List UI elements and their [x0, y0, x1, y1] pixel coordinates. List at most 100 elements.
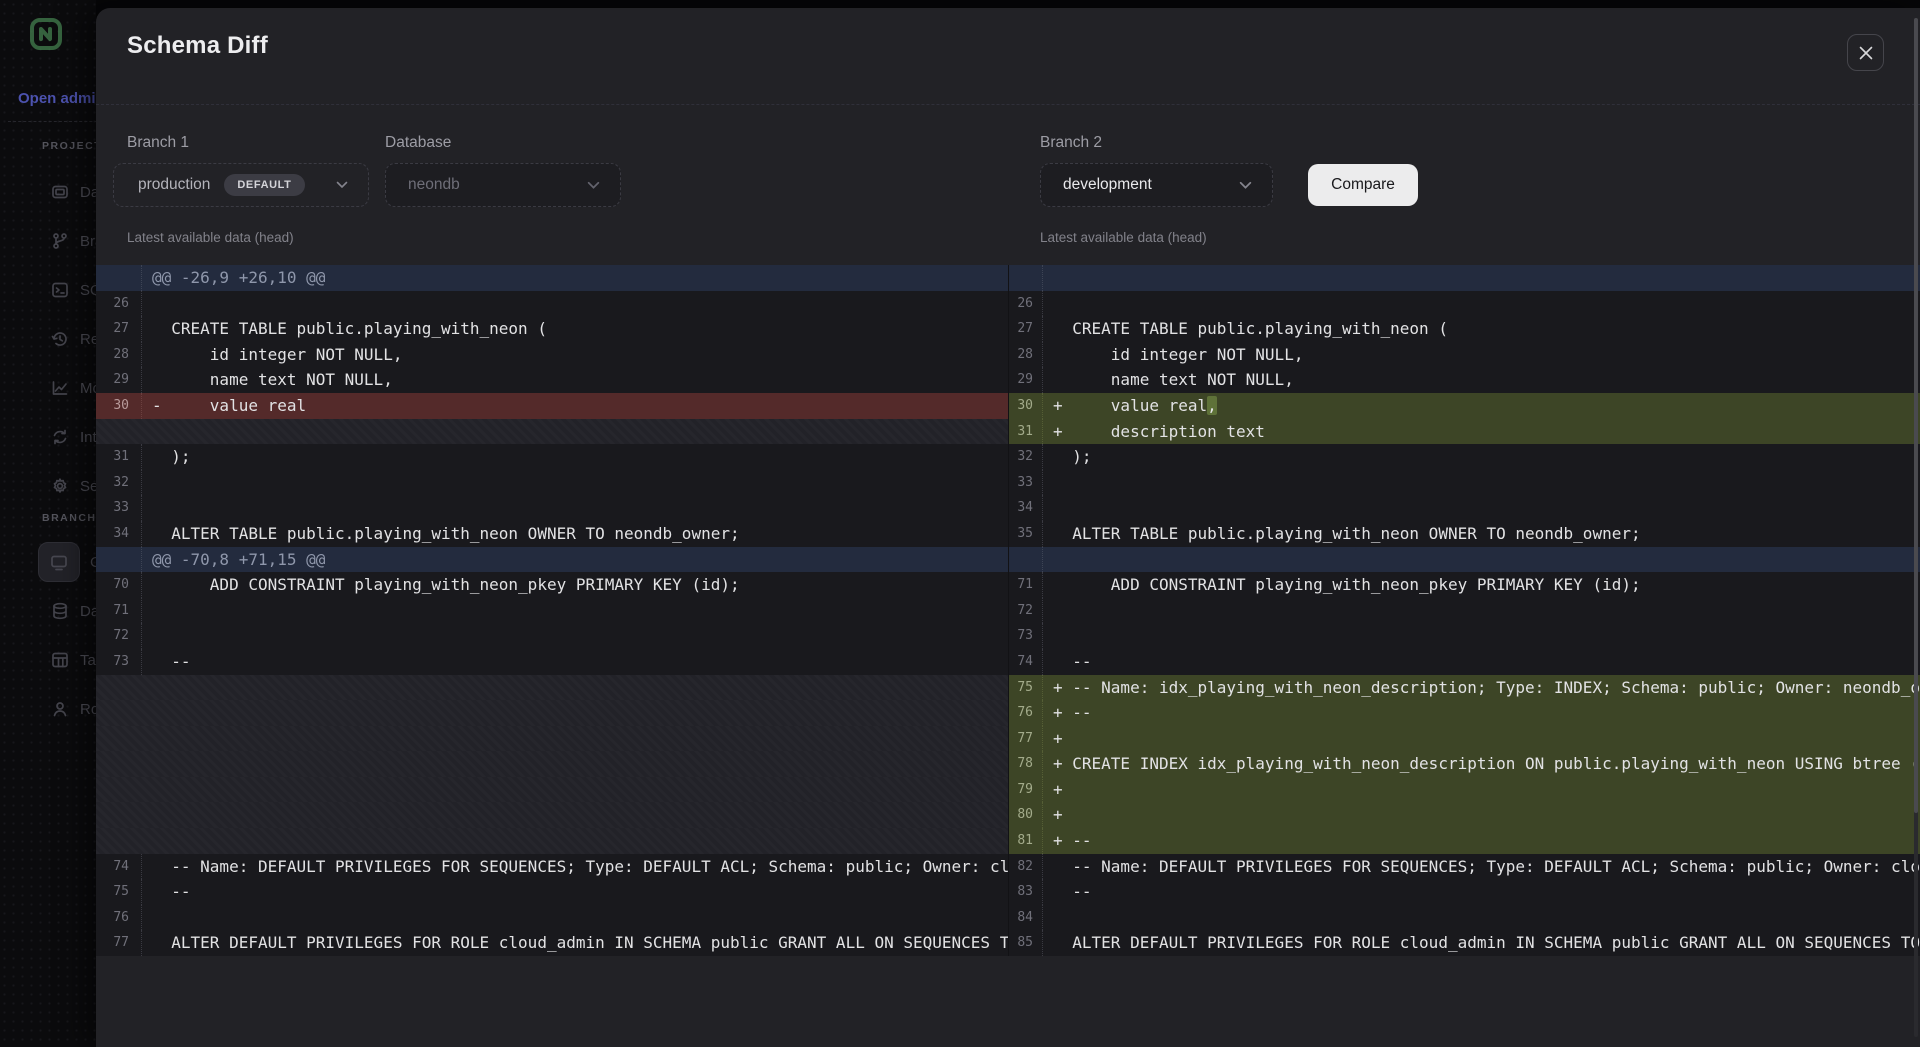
branch2-select[interactable]: development — [1040, 163, 1273, 207]
open-admin-link[interactable]: Open admin — [18, 90, 96, 107]
code-line — [1043, 598, 1920, 624]
line-number: 29 — [96, 367, 142, 393]
sidebar-divider — [8, 121, 96, 122]
line-number — [1009, 547, 1043, 573]
diff-row-74: 74 -- Name: DEFAULT PRIVILEGES FOR SEQUE… — [96, 854, 1008, 880]
line-number: 71 — [1009, 572, 1043, 598]
sidebar-item-tables[interactable]: Tables — [50, 648, 96, 672]
sidebar-item-computes[interactable]: Computes — [50, 550, 96, 574]
monitoring-icon — [50, 378, 70, 398]
line-number: 34 — [1009, 495, 1043, 521]
sidebar-item-roles[interactable]: Roles — [50, 697, 96, 721]
sidebar-item-integrations[interactable]: Integrations — [50, 425, 96, 449]
code-line: + CREATE INDEX idx_playing_with_neon_des… — [1043, 751, 1920, 777]
line-number: 29 — [1009, 367, 1043, 393]
code-line: ); — [1043, 444, 1920, 470]
branch2-value: development — [1063, 176, 1152, 194]
word-diff-highlight: , — [1207, 396, 1217, 415]
line-number: 80 — [1009, 802, 1043, 828]
code-line — [1043, 623, 1920, 649]
diff-row-70: 70 ADD CONSTRAINT playing_with_neon_pkey… — [96, 572, 1008, 598]
line-number: 32 — [96, 470, 142, 496]
sidebar-item-label: Integrations — [80, 429, 96, 446]
code-line: + — [1043, 777, 1920, 803]
sidebar-item-branches[interactable]: Branches — [50, 229, 96, 253]
line-number: 72 — [96, 623, 142, 649]
database-select[interactable]: neondb — [385, 163, 621, 207]
code-line — [142, 905, 1008, 931]
sidebar-item-settings[interactable]: Settings — [50, 474, 96, 498]
sidebar-item-sql-editor[interactable]: SQL Editor — [50, 278, 96, 302]
diff-pane-branch2: 26 27 CREATE TABLE public.playing_with_n… — [1008, 265, 1920, 956]
branches-icon — [50, 231, 70, 251]
diff-row-76: 76 — [96, 905, 1008, 931]
line-number — [96, 547, 142, 573]
line-number: 76 — [96, 905, 142, 931]
branch1-select[interactable]: production DEFAULT — [113, 163, 369, 207]
diff-row-71: 71 — [96, 598, 1008, 624]
diff-row-74: 74 -- — [1009, 649, 1920, 675]
diff-row-hunk — [1009, 547, 1920, 573]
code-line: -- Name: DEFAULT PRIVILEGES FOR SEQUENCE… — [142, 854, 1008, 880]
restore-icon — [50, 329, 70, 349]
sidebar-item-monitoring[interactable]: Monitoring — [50, 376, 96, 400]
modal-title: Schema Diff — [127, 32, 268, 60]
neon-logo-icon[interactable] — [30, 18, 62, 50]
diff-row-32: 32 — [96, 470, 1008, 496]
branch2-label: Branch 2 — [1040, 134, 1102, 152]
line-number: 27 — [1009, 316, 1043, 342]
diff-row-filler — [96, 802, 1008, 828]
diff-pane-branch1: @@ -26,9 +26,10 @@26 27 CREATE TABLE pub… — [96, 265, 1008, 956]
diff-row-72: 72 — [1009, 598, 1920, 624]
diff-row-30: 30+ value real, — [1009, 393, 1920, 419]
default-badge: DEFAULT — [224, 174, 304, 196]
line-number: 77 — [1009, 726, 1043, 752]
sidebar-item-label: Branches — [80, 233, 96, 250]
diff-row-28: 28 id integer NOT NULL, — [96, 342, 1008, 368]
schema-diff-modal: Schema Diff Branch 1 production DEFAULT … — [96, 8, 1920, 1047]
diff-row-27: 27 CREATE TABLE public.playing_with_neon… — [96, 316, 1008, 342]
sidebar-item-restore[interactable]: Restore — [50, 327, 96, 351]
code-line: + description text — [1043, 419, 1920, 445]
diff-row-71: 71 ADD CONSTRAINT playing_with_neon_pkey… — [1009, 572, 1920, 598]
sidebar-item-dashboard[interactable]: Dashboard — [50, 180, 96, 204]
code-line: CREATE TABLE public.playing_with_neon ( — [142, 316, 1008, 342]
diff-row-hunk — [1009, 265, 1920, 291]
chevron-down-icon — [587, 181, 600, 190]
diff-row-79: 79+ — [1009, 777, 1920, 803]
line-number: 85 — [1009, 930, 1043, 956]
line-number: 78 — [1009, 751, 1043, 777]
scrollbar-thumb[interactable] — [1914, 18, 1918, 813]
sidebar-item-label: Dashboard — [80, 184, 96, 201]
diff-row-33: 33 — [1009, 470, 1920, 496]
branch1-label: Branch 1 — [127, 134, 189, 152]
hunk-header: @@ -26,9 +26,10 @@ — [142, 265, 1008, 291]
scrollbar-track[interactable] — [1914, 18, 1918, 1037]
code-line: id integer NOT NULL, — [1043, 342, 1920, 368]
code-line — [1043, 905, 1920, 931]
diff-row-filler — [96, 700, 1008, 726]
database-value: neondb — [408, 176, 460, 194]
code-line: - value real — [142, 393, 1008, 419]
close-button[interactable] — [1847, 34, 1884, 71]
code-line — [142, 598, 1008, 624]
database-label: Database — [385, 134, 451, 152]
diff-row-84: 84 — [1009, 905, 1920, 931]
diff-row-85: 85 ALTER DEFAULT PRIVILEGES FOR ROLE clo… — [1009, 930, 1920, 956]
sidebar-section-branches: BRANCHES — [42, 512, 96, 524]
compare-button[interactable]: Compare — [1308, 164, 1418, 206]
code-line: + value real, — [1043, 393, 1920, 419]
diff-row-hunk: @@ -70,8 +71,15 @@ — [96, 547, 1008, 573]
diff-row-72: 72 — [96, 623, 1008, 649]
diff-row-filler — [96, 419, 1008, 445]
close-icon — [1858, 45, 1874, 61]
sidebar-item-label: Monitoring — [80, 380, 96, 397]
diff-row-35: 35 ALTER TABLE public.playing_with_neon … — [1009, 521, 1920, 547]
code-line — [142, 495, 1008, 521]
header-divider — [96, 104, 1920, 105]
code-line: ALTER DEFAULT PRIVILEGES FOR ROLE cloud_… — [1043, 930, 1920, 956]
schema-diff-view: @@ -26,9 +26,10 @@26 27 CREATE TABLE pub… — [96, 265, 1920, 956]
code-line: ADD CONSTRAINT playing_with_neon_pkey PR… — [142, 572, 1008, 598]
sidebar-item-databases[interactable]: Databases — [50, 599, 96, 623]
code-line: -- — [142, 649, 1008, 675]
